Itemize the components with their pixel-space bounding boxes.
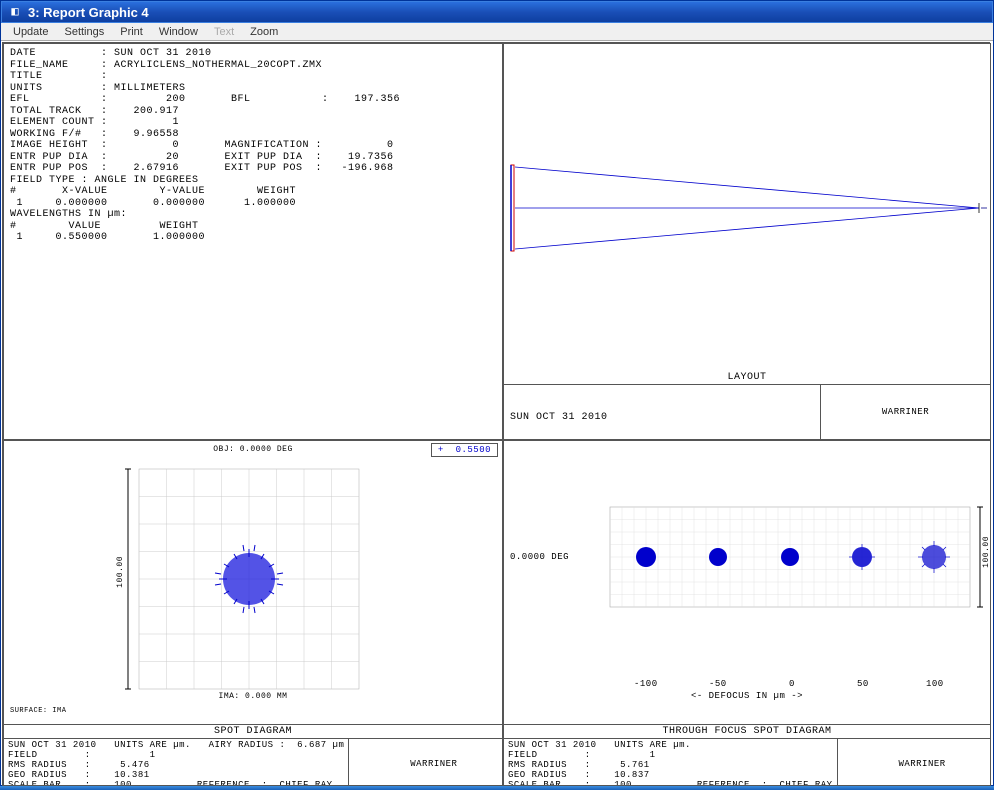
spot-legend: + 0.5500	[431, 443, 498, 457]
tfspot-box-name: WARRINER	[838, 760, 991, 770]
pane-text-report: DATE : SUN OCT 31 2010 FILE_NAME : ACRYL…	[3, 43, 503, 440]
spot-plot	[4, 441, 503, 721]
layout-date: SUN OCT 31 2010	[510, 412, 814, 424]
report-grid: DATE : SUN OCT 31 2010 FILE_NAME : ACRYL…	[2, 42, 990, 787]
menu-settings[interactable]: Settings	[56, 24, 112, 40]
report-text: DATE : SUN OCT 31 2010 FILE_NAME : ACRYL…	[4, 44, 502, 248]
tfspot-footer-text: SUN OCT 31 2010 UNITS ARE µm. FIELD : 1 …	[504, 739, 837, 785]
tfspot-yscale: 100.00	[982, 536, 991, 568]
spot-box-name: WARRINER	[349, 760, 503, 770]
tfspot-xt2: 0	[789, 679, 795, 689]
spot-footer: SPOT DIAGRAM SUN OCT 31 2010 UNITS ARE µ…	[4, 724, 502, 786]
spot-footer-text: SUN OCT 31 2010 UNITS ARE µm. AIRY RADIU…	[4, 739, 348, 785]
tfspot-xt0: -100	[634, 679, 658, 689]
spot-title: SPOT DIAGRAM	[4, 725, 502, 740]
tfspot-xt4: 100	[926, 679, 944, 689]
titlebar[interactable]: ◧ 3: Report Graphic 4	[1, 1, 993, 23]
menubar: Update Settings Print Window Text Zoom	[1, 23, 993, 41]
tfspot-xt1: -50	[709, 679, 727, 689]
pane-layout: LAYOUT SUN OCT 31 2010 TOTAL AXIAL LENGT…	[503, 43, 991, 440]
menu-text: Text	[206, 24, 242, 40]
taskbar[interactable]	[0, 786, 994, 790]
pane-tfspot: 0.0000 DEG 100.00 -100 -50 0 50 100 <- D…	[503, 440, 991, 786]
tfspot-plot	[504, 441, 990, 701]
tfspot-xlabel: <- DEFOCUS IN µm ->	[504, 691, 990, 701]
tfspot-footer: THROUGH FOCUS SPOT DIAGRAM SUN OCT 31 20…	[504, 724, 990, 786]
layout-plot	[507, 47, 987, 371]
layout-label: LAYOUT	[504, 372, 990, 384]
menu-update[interactable]: Update	[5, 24, 56, 40]
app-icon: ◧	[8, 5, 22, 19]
menu-window[interactable]: Window	[151, 24, 206, 40]
spot-surface-label: SURFACE: IMA	[10, 707, 66, 715]
spot-ima-label: IMA: 0.000 MM	[4, 692, 502, 701]
spot-obj-label: OBJ: 0.0000 DEG	[4, 445, 502, 454]
layout-name: WARRINER	[821, 407, 990, 417]
window-title: 3: Report Graphic 4	[28, 5, 149, 20]
layout-footer-left: SUN OCT 31 2010 TOTAL AXIAL LENGTH: 200.…	[504, 385, 820, 439]
layout-footer-right: WARRINER OPTI517 HW9 ACRYLICLENS_NOTHERM…	[820, 385, 990, 439]
menu-zoom[interactable]: Zoom	[242, 24, 286, 40]
tfspot-title: THROUGH FOCUS SPOT DIAGRAM	[504, 725, 990, 740]
menu-print[interactable]: Print	[112, 24, 151, 40]
tfspot-field-label: 0.0000 DEG	[510, 552, 569, 562]
pane-spot: OBJ: 0.0000 DEG + 0.5500	[3, 440, 503, 786]
spot-yscale: 100.00	[116, 556, 125, 588]
tfspot-xt3: 50	[857, 679, 869, 689]
layout-footer: SUN OCT 31 2010 TOTAL AXIAL LENGTH: 200.…	[504, 384, 990, 439]
app-window: ◧ 3: Report Graphic 4 Update Settings Pr…	[0, 0, 994, 786]
